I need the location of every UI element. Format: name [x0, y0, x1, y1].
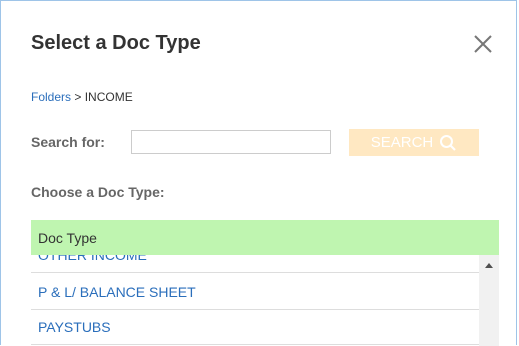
select-doc-type-dialog: Select a Doc Type Folders > INCOME Searc… [0, 0, 517, 346]
breadcrumb: Folders > INCOME [31, 90, 133, 104]
list-scrollbar[interactable] [479, 255, 499, 346]
search-icon [440, 134, 457, 151]
list-item-label: PAYSTUBS [38, 319, 111, 335]
search-button-label: SEARCH [370, 134, 434, 151]
list-item-pl-balance-sheet[interactable]: P & L/ BALANCE SHEET [31, 275, 479, 310]
list-item-label: P & L/ BALANCE SHEET [38, 284, 196, 300]
dialog-title: Select a Doc Type [31, 32, 201, 54]
list-item-paystubs[interactable]: PAYSTUBS [31, 310, 479, 345]
doc-type-header: Doc Type [31, 220, 499, 255]
close-icon[interactable] [471, 32, 495, 56]
search-label: Search for: [31, 134, 105, 150]
doc-type-header-label: Doc Type [38, 229, 97, 246]
breadcrumb-current: INCOME [84, 90, 133, 104]
search-button[interactable]: SEARCH [349, 129, 479, 156]
breadcrumb-separator: > [71, 90, 85, 104]
scroll-up-arrow-icon[interactable] [479, 255, 499, 275]
search-input[interactable] [131, 130, 331, 154]
breadcrumb-folders-link[interactable]: Folders [31, 90, 71, 104]
choose-doc-type-label: Choose a Doc Type: [31, 184, 165, 200]
